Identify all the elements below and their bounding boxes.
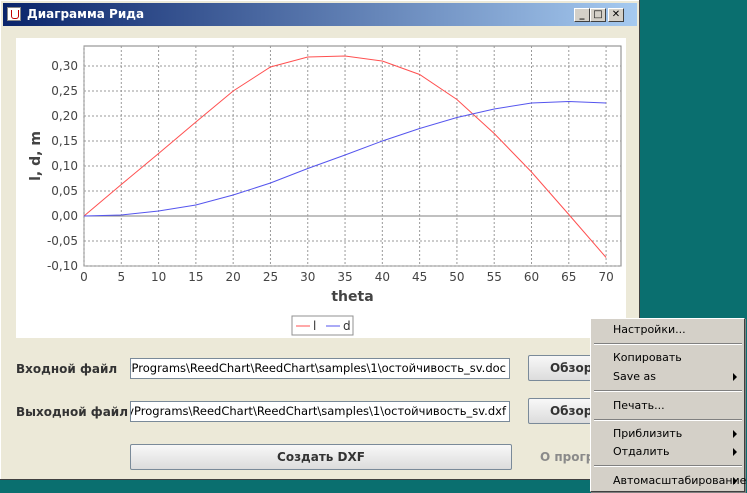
x-tick-label: 55 (487, 270, 502, 284)
chart-context-menu: Настройки... Копировать Save as Печать..… (590, 318, 746, 492)
output-file-label: Выходной файл (16, 405, 128, 419)
menu-item-autoscale[interactable]: Автомасштабирование (592, 472, 746, 490)
create-dxf-button[interactable]: Создать DXF (130, 444, 512, 470)
y-tick-label: 0,20 (51, 109, 78, 123)
title-bar[interactable]: Диаграмма Рида _ □ ✕ (3, 3, 637, 26)
submenu-arrow-icon (733, 477, 737, 485)
submenu-arrow-icon (733, 373, 737, 381)
menu-separator (594, 419, 742, 421)
menu-item-copy[interactable]: Копировать (592, 349, 744, 367)
legend-label-l: l (313, 319, 316, 333)
plot-area (83, 45, 622, 267)
menu-separator (594, 343, 742, 345)
output-file-field[interactable]: \MyPrograms\ReedChart\ReedChart\samples\… (130, 401, 510, 422)
java-app-icon (7, 7, 21, 21)
menu-item-settings[interactable]: Настройки... (592, 321, 744, 339)
x-tick-label: 65 (561, 270, 576, 284)
y-tick-label: -0,05 (47, 234, 78, 248)
x-tick-label: 15 (188, 270, 203, 284)
menu-item-print[interactable]: Печать... (592, 397, 744, 415)
input-file-label: Входной файл (16, 362, 118, 376)
legend-label-d: d (343, 319, 351, 333)
y-tick-label: 0,10 (51, 159, 78, 173)
menu-item-save-as[interactable]: Save as (592, 368, 744, 386)
maximize-icon[interactable]: □ (590, 8, 606, 22)
y-tick-label: 0,25 (51, 84, 78, 98)
x-axis-label: theta (331, 289, 373, 305)
x-tick-label: 25 (263, 270, 278, 284)
x-tick-label: 20 (226, 270, 241, 284)
x-tick-label: 50 (449, 270, 464, 284)
about-link[interactable]: О программе (540, 450, 590, 464)
main-window: Диаграмма Рида _ □ ✕ 0,30 0,25 0,20 0,15 0,1… (0, 0, 640, 480)
window-title: Диаграмма Рида (27, 7, 145, 21)
y-tick-label: 0,05 (51, 184, 78, 198)
x-tick-label: 30 (300, 270, 315, 284)
input-file-field[interactable]: \MyPrograms\ReedChart\ReedChart\samples\… (130, 358, 510, 379)
menu-separator (594, 390, 742, 392)
reed-chart[interactable]: 0,30 0,25 0,20 0,15 0,10 0,05 0,00 -0,05 -0,100 5… (16, 38, 626, 338)
x-tick-label: 70 (598, 270, 613, 284)
menu-item-zoom-out[interactable]: Отдалить (592, 443, 744, 461)
submenu-arrow-icon (733, 448, 737, 456)
x-tick-label: 40 (375, 270, 390, 284)
y-axis-label: l, d, m (28, 131, 44, 181)
menu-separator (594, 465, 742, 467)
y-tick-label: 0,30 (51, 59, 78, 73)
chart-panel[interactable]: 0,30 0,25 0,20 0,15 0,10 0,05 0,00 -0,05 -0,10 0 5… (16, 38, 626, 338)
minimize-icon[interactable]: _ (574, 8, 590, 22)
x-tick-label: 5 (117, 270, 125, 284)
y-tick-label: -0,10 (47, 259, 78, 273)
y-tick-label: 0,00 (51, 209, 78, 223)
submenu-arrow-icon (733, 430, 737, 438)
x-tick-label: 10 (151, 270, 166, 284)
x-tick-label: 60 (524, 270, 539, 284)
y-tick-label: 0,15 (51, 134, 78, 148)
x-tick-label: 0 (80, 270, 88, 284)
menu-item-zoom-in[interactable]: Приблизить (592, 425, 744, 443)
x-tick-label: 45 (412, 270, 427, 284)
x-tick-label: 35 (337, 270, 352, 284)
close-icon[interactable]: ✕ (608, 8, 624, 22)
